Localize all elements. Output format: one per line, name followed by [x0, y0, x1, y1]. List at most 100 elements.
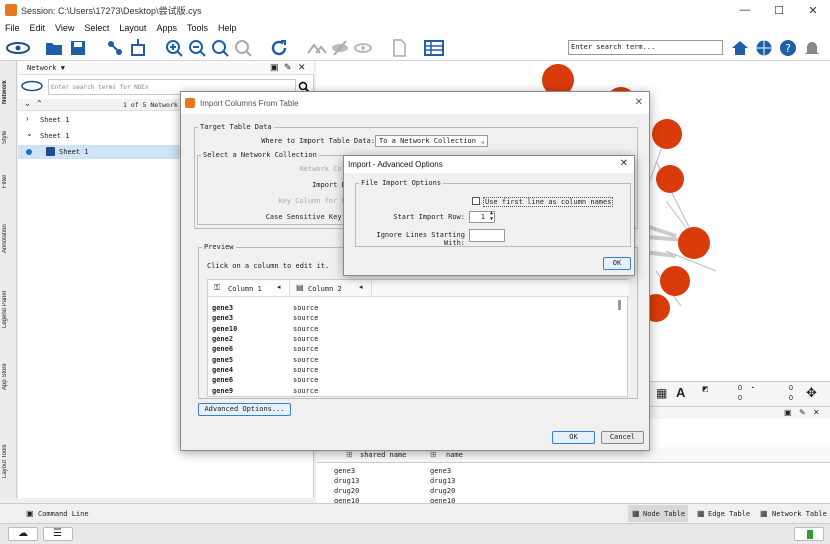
- ignore-lines-input[interactable]: [469, 229, 505, 242]
- network-node[interactable]: [678, 227, 710, 259]
- first-line-checkbox[interactable]: [472, 197, 480, 205]
- home-network-icon[interactable]: [306, 39, 328, 57]
- preview-scrollbar[interactable]: [618, 300, 621, 310]
- cytoscape-dialog-icon: [185, 98, 195, 108]
- tab-annotation[interactable]: Annotation: [2, 209, 15, 269]
- table-cell[interactable]: drug13: [430, 477, 455, 485]
- globe-icon[interactable]: [755, 39, 773, 57]
- menu-edit[interactable]: Edit: [25, 23, 51, 33]
- document-icon[interactable]: [390, 39, 408, 57]
- hide-icon[interactable]: [331, 39, 349, 57]
- key-column-label: Key Column for Ne: [278, 197, 350, 205]
- file-import-legend: File Import Options: [359, 179, 444, 187]
- grid-icon[interactable]: ▦: [656, 386, 667, 400]
- memory-button[interactable]: [794, 527, 824, 541]
- open-folder-icon[interactable]: [45, 39, 63, 57]
- preview-cell: gene6: [212, 376, 234, 384]
- import-data-label: Import Da: [312, 181, 350, 189]
- menu-file[interactable]: File: [0, 23, 25, 33]
- zoom-fit-icon[interactable]: [211, 39, 229, 57]
- ndex-icon[interactable]: [21, 80, 43, 92]
- ok-button[interactable]: OK: [552, 431, 595, 444]
- memory-status-icon: [807, 530, 813, 539]
- navigate-icon[interactable]: ✥: [806, 385, 817, 401]
- close-panel-icon[interactable]: ✕: [298, 62, 306, 73]
- menu-help[interactable]: Help: [213, 23, 242, 33]
- task-list-button[interactable]: ☰: [43, 527, 73, 541]
- tab-app-store[interactable]: App Store: [2, 351, 15, 403]
- first-line-checkbox-label[interactable]: Use first line as column names: [483, 197, 614, 207]
- show-icon[interactable]: [354, 39, 372, 57]
- expand-all-icon[interactable]: ⌄: [24, 99, 31, 108]
- column-header-shared-name[interactable]: shared name: [360, 451, 406, 459]
- collapse-all-icon[interactable]: ⌃: [36, 99, 43, 108]
- float-panel-icon[interactable]: ▣: [270, 62, 279, 73]
- help-icon[interactable]: ?: [779, 39, 797, 57]
- refresh-icon[interactable]: [270, 39, 288, 57]
- column-header-name[interactable]: name: [446, 451, 463, 459]
- menu-apps[interactable]: Apps: [151, 23, 182, 33]
- network-node[interactable]: [660, 266, 690, 296]
- network-node[interactable]: [652, 119, 682, 149]
- chevron-down-icon: ⌄: [480, 137, 485, 145]
- pin-table-icon[interactable]: ✎: [799, 408, 806, 417]
- import-network-icon[interactable]: [106, 39, 124, 57]
- status-bar: ☁ ☰: [0, 523, 830, 544]
- preview-cell: source: [293, 376, 319, 384]
- chevron-right-icon[interactable]: ›: [26, 114, 29, 123]
- menu-view[interactable]: View: [50, 23, 79, 33]
- table-cell[interactable]: drug20: [334, 487, 359, 495]
- advanced-close-icon[interactable]: ✕: [620, 158, 628, 169]
- dialog-close-icon[interactable]: ✕: [635, 97, 643, 108]
- maximize-button[interactable]: ☐: [762, 0, 796, 20]
- tab-network[interactable]: Network: [2, 67, 15, 117]
- preview-cell: source: [293, 304, 319, 312]
- search-input[interactable]: Enter search term...: [568, 40, 723, 55]
- table-cell[interactable]: drug13: [334, 477, 359, 485]
- tab-style[interactable]: Style: [2, 119, 15, 155]
- preview-column-1[interactable]: ⚿ Column 1 ◂: [210, 281, 290, 296]
- tab-legend-panel[interactable]: Legend Panel: [2, 275, 15, 343]
- close-table-icon[interactable]: ✕: [813, 408, 820, 417]
- zoom-out-icon[interactable]: [188, 39, 206, 57]
- menu-tools[interactable]: Tools: [182, 23, 213, 33]
- tab-layout-tools[interactable]: Layout Tools: [2, 431, 15, 491]
- zoom-in-icon[interactable]: [165, 39, 183, 57]
- preview-cell: gene9: [212, 387, 234, 395]
- spinner-arrows-icon[interactable]: ▲ ▼: [490, 210, 493, 222]
- home-icon[interactable]: [731, 39, 749, 57]
- network-eye-icon[interactable]: [6, 39, 30, 57]
- advanced-ok-button[interactable]: OK: [603, 257, 631, 270]
- minimize-button[interactable]: —: [728, 0, 762, 20]
- chevron-down-icon[interactable]: ⌄: [26, 129, 33, 138]
- close-button[interactable]: ✕: [796, 0, 830, 20]
- menu-select[interactable]: Select: [79, 23, 114, 33]
- node-table-tab[interactable]: ▦ Node Table: [628, 505, 688, 522]
- float-table-icon[interactable]: ▣: [784, 408, 792, 417]
- text-annotation-icon[interactable]: A: [676, 385, 685, 400]
- table-cell[interactable]: gene3: [430, 467, 451, 475]
- save-icon[interactable]: [69, 39, 87, 57]
- where-select-value: To a Network Collection: [379, 137, 476, 145]
- tab-filter[interactable]: Filter: [2, 161, 15, 201]
- advanced-options-button[interactable]: Advanced Options...: [198, 403, 291, 416]
- table-view-icon[interactable]: [424, 39, 444, 57]
- preview-column-2[interactable]: ▤ Column 2 ◂: [292, 281, 372, 296]
- start-row-spinner[interactable]: 1 ▲ ▼: [469, 210, 495, 223]
- table-cell[interactable]: gene3: [334, 467, 355, 475]
- network-table-tab[interactable]: Network Table: [772, 510, 827, 518]
- cancel-button[interactable]: Cancel: [601, 431, 644, 444]
- table-cell[interactable]: drug20: [430, 487, 455, 495]
- preview-cell: source: [293, 314, 319, 322]
- import-table-icon[interactable]: [129, 39, 147, 57]
- notification-bell-icon[interactable]: [803, 39, 821, 57]
- menu-layout[interactable]: Layout: [114, 23, 151, 33]
- where-select[interactable]: To a Network Collection ⌄: [375, 135, 488, 147]
- edge-table-tab[interactable]: Edge Table: [708, 510, 750, 518]
- network-panel-title[interactable]: Network ▼: [27, 64, 65, 72]
- zoom-selected-icon[interactable]: [234, 39, 252, 57]
- pin-icon[interactable]: ✎: [284, 62, 292, 73]
- network-node[interactable]: [656, 165, 684, 193]
- cloud-button[interactable]: ☁: [8, 527, 38, 541]
- command-line-tab[interactable]: Command Line: [38, 510, 89, 518]
